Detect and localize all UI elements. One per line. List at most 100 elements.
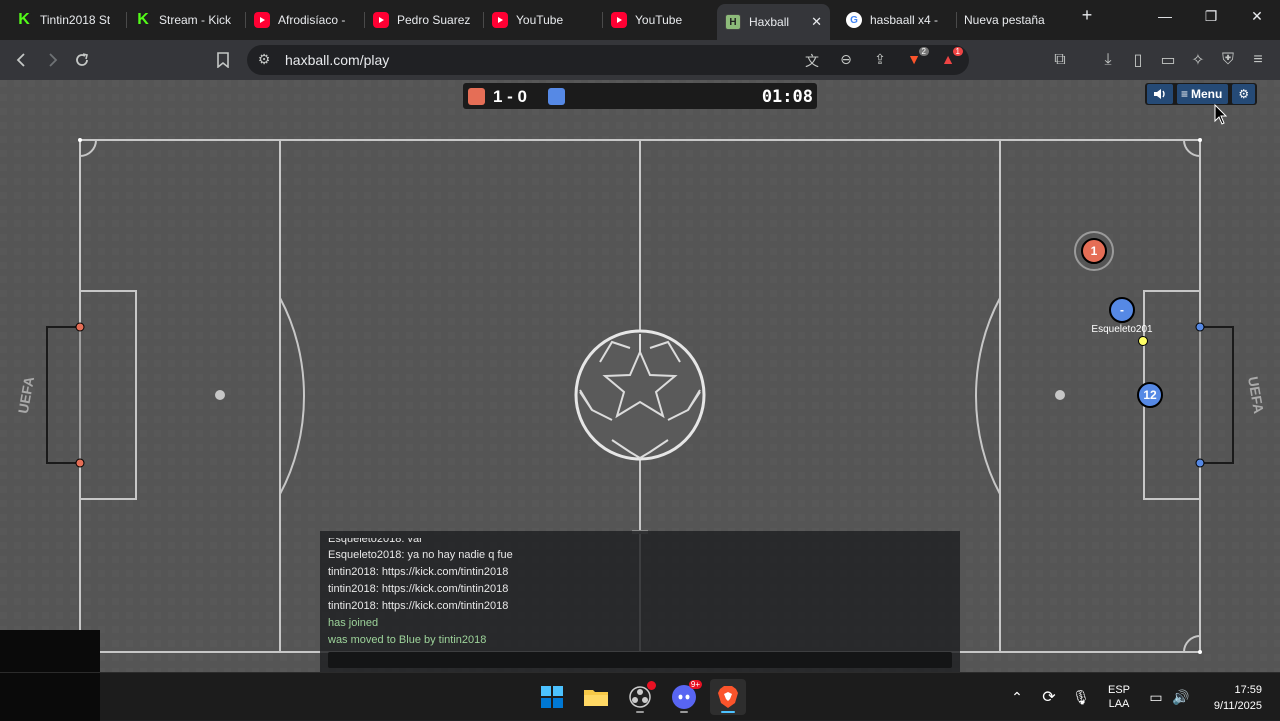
tab-youtube-2[interactable]: YouTube — [603, 6, 721, 34]
hamburger-icon: ≡ — [1181, 87, 1189, 101]
discord-button[interactable]: 9+ — [666, 679, 702, 715]
game-controls: ≡ Menu ⚙ — [1145, 83, 1258, 105]
brave-browser-button[interactable] — [710, 679, 746, 715]
site-settings-icon[interactable]: ⚙ — [255, 51, 273, 68]
tab-afrodisiaco[interactable]: Afrodisíaco - — [246, 6, 364, 34]
webcam-overlay — [0, 630, 100, 672]
youtube-icon — [611, 12, 627, 28]
mouse-cursor-icon — [1214, 104, 1228, 125]
chat-system-message: has joined — [328, 617, 379, 629]
reload-icon[interactable] — [70, 48, 94, 72]
tab-title: hasbaall x4 - — [870, 13, 939, 27]
tab-haxball[interactable]: H Haxball ✕ — [717, 4, 830, 40]
obs-button[interactable] — [622, 679, 658, 715]
show-hidden-icons[interactable]: ⌃ — [1008, 673, 1026, 721]
discord-badge: 9+ — [688, 680, 702, 689]
player-name-label: Esqueleto201 — [1091, 324, 1153, 335]
scoreboard: 1 - 0 01:08 — [463, 83, 817, 109]
windows-taskbar: 9+ ⌃ ⟳ 🎙 ESP LAA ▭ 🔊 17:59 9/11/2025 — [0, 672, 1280, 721]
browser-toolbar: ⚙ haxball.com/play 文 ⊖ ⇪ ▼ 2 ▲ 1 ⧉ ⤓ ▯ ▭ ✧… — [0, 40, 1280, 80]
tab-title: YouTube — [516, 13, 564, 27]
download-icon[interactable]: ⤓ — [1096, 48, 1120, 72]
ai-sparkle-icon[interactable]: ✧ — [1186, 48, 1210, 72]
back-icon[interactable] — [10, 48, 34, 72]
chat-message: tintin2018: https://kick.com/tintin2018 — [328, 566, 509, 578]
sound-toggle-button[interactable] — [1147, 84, 1173, 104]
close-window-icon[interactable]: ✕ — [1242, 8, 1272, 25]
settings-button[interactable]: ⚙ — [1232, 84, 1256, 104]
menu-button[interactable]: ≡ Menu — [1177, 84, 1229, 104]
forward-icon[interactable] — [40, 48, 64, 72]
tab-tintin2018[interactable]: K Tintin2018 St — [8, 6, 126, 34]
volume-icon[interactable]: 🔊 — [1170, 673, 1192, 721]
tab-title: Pedro Suarez — [397, 13, 471, 27]
recording-indicator — [647, 681, 656, 690]
browser-tab-strip: K Tintin2018 St K Stream - Kick Afrodisí… — [0, 0, 1280, 40]
sidebar-icon[interactable]: ▯ — [1126, 48, 1150, 72]
blue-team-color — [548, 88, 565, 105]
wallet-icon[interactable]: ▭ — [1156, 48, 1180, 72]
address-bar[interactable]: ⚙ haxball.com/play 文 ⊖ ⇪ ▼ 2 ▲ 1 — [247, 45, 969, 75]
url-text: haxball.com/play — [285, 52, 390, 68]
new-tab-button[interactable]: + — [1072, 5, 1102, 26]
haxball-icon: H — [725, 14, 741, 30]
tab-hasbaall[interactable]: G hasbaall x4 - — [838, 6, 956, 34]
restore-icon[interactable]: ❐ — [1196, 8, 1226, 25]
webcam-overlay-bottom — [0, 673, 100, 721]
windows-icon — [541, 686, 563, 708]
brave-icon — [718, 686, 738, 708]
tab-title: Afrodisíaco - — [278, 13, 346, 27]
youtube-icon — [254, 12, 270, 28]
chat-message: Esqueleto2018: var — [328, 533, 423, 545]
gear-icon: ⚙ — [1238, 87, 1250, 101]
player-blue-12: 12 — [1137, 382, 1163, 408]
brave-shields-icon[interactable]: ▼ 2 — [905, 47, 929, 67]
file-explorer-button[interactable] — [578, 679, 614, 715]
chat-message: Esqueleto2018: ya no hay nadie q fue — [328, 549, 513, 561]
chat-message: tintin2018: https://kick.com/tintin2018 — [328, 583, 509, 595]
tab-title: YouTube — [635, 13, 683, 27]
tab-title: Tintin2018 St — [40, 13, 111, 27]
zoom-icon[interactable]: ⊖ — [837, 51, 855, 68]
kick-icon: K — [16, 11, 32, 28]
tab-nueva-pestana[interactable]: Nueva pestaña — [956, 6, 1066, 34]
tab-stream-kick[interactable]: K Stream - Kick — [127, 6, 245, 34]
chat-input[interactable] — [328, 652, 952, 668]
chat-panel: Esqueleto2018: var Esqueleto2018: ya no … — [320, 531, 960, 672]
tab-title: Stream - Kick — [159, 13, 232, 27]
minimize-icon[interactable]: — — [1150, 8, 1180, 24]
player-blue-esqueleto: - — [1109, 297, 1135, 323]
system-clock[interactable]: 17:59 9/11/2025 — [1214, 682, 1262, 714]
bookmark-icon[interactable] — [211, 48, 235, 72]
menu-icon[interactable]: ≡ — [1246, 48, 1270, 72]
youtube-icon — [492, 12, 508, 28]
network-icon[interactable]: ▭ — [1146, 673, 1166, 721]
score: 1 - 0 — [493, 87, 528, 106]
red-team-color — [468, 88, 485, 105]
match-timer: 01:08 — [761, 87, 813, 107]
tab-youtube-1[interactable]: YouTube — [484, 6, 602, 34]
start-button[interactable] — [534, 679, 570, 715]
uefa-logo-right: UEFA — [1244, 375, 1268, 415]
haxball-game-area[interactable]: UEFA UEFA 1 - Esqueleto201 12 1 - 0 01:0… — [0, 80, 1280, 672]
vpn-icon[interactable]: ⛨ — [1216, 48, 1240, 72]
chat-message: tintin2018: https://kick.com/tintin2018 — [328, 600, 509, 612]
speaker-icon — [1154, 89, 1165, 99]
ball — [1138, 336, 1148, 346]
google-icon: G — [846, 12, 862, 28]
share-icon[interactable]: ⇪ — [871, 51, 889, 68]
microphone-icon[interactable]: 🎙 — [1070, 673, 1092, 721]
tab-title: Haxball — [749, 15, 790, 29]
uefa-logo-left: UEFA — [14, 375, 38, 415]
brave-rewards-icon[interactable]: ▲ 1 — [939, 47, 963, 67]
youtube-icon — [373, 12, 389, 28]
folder-icon — [584, 690, 608, 706]
tab-pedro-suarez[interactable]: Pedro Suarez — [365, 6, 483, 34]
tab-title: Nueva pestaña — [964, 13, 1045, 27]
sync-icon[interactable]: ⟳ — [1038, 673, 1060, 721]
translate-icon[interactable]: 文 — [803, 51, 821, 71]
close-tab-icon[interactable]: ✕ — [811, 14, 822, 30]
leo-icon[interactable]: ⧉ — [1048, 48, 1072, 72]
kick-icon: K — [135, 11, 151, 28]
input-language[interactable]: ESP LAA — [1104, 673, 1134, 721]
